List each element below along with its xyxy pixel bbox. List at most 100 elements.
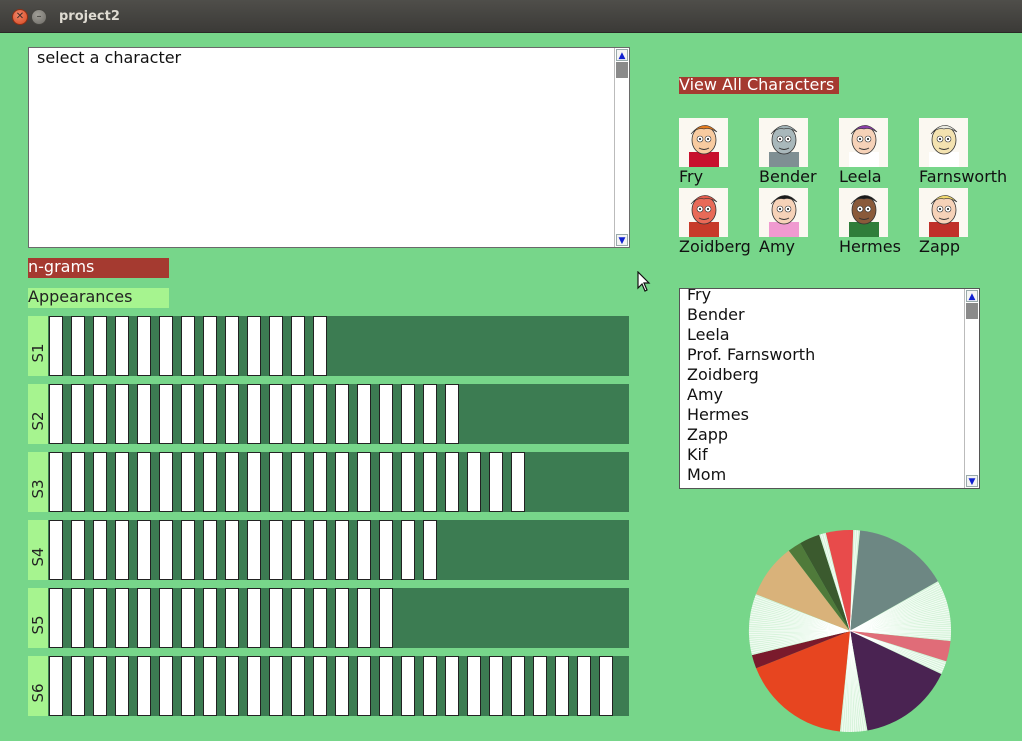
episode-bar[interactable] — [71, 452, 85, 512]
episode-bar[interactable] — [467, 656, 481, 716]
episode-bar[interactable] — [269, 656, 283, 716]
minimize-icon[interactable]: – — [31, 9, 47, 25]
episode-bar[interactable] — [181, 316, 195, 376]
episode-bar[interactable] — [313, 588, 327, 648]
character-portrait[interactable] — [839, 188, 888, 237]
episode-bar[interactable] — [71, 520, 85, 580]
episode-bar[interactable] — [291, 316, 305, 376]
episode-bar[interactable] — [159, 452, 173, 512]
episode-bar[interactable] — [159, 656, 173, 716]
character-portrait[interactable] — [759, 118, 808, 167]
character-card[interactable]: Hermes — [839, 188, 919, 258]
episode-bar[interactable] — [247, 656, 261, 716]
episode-bar[interactable] — [93, 384, 107, 444]
episode-bar[interactable] — [445, 656, 459, 716]
episode-bar[interactable] — [93, 316, 107, 376]
character-text-area[interactable]: select a character ▲ ▼ — [28, 47, 630, 248]
episode-bar[interactable] — [247, 452, 261, 512]
episode-bar[interactable] — [489, 656, 503, 716]
episode-bar[interactable] — [71, 588, 85, 648]
episode-bar[interactable] — [225, 384, 239, 444]
episode-bar[interactable] — [357, 588, 371, 648]
list-item[interactable]: Hermes — [687, 405, 749, 425]
episode-bar[interactable] — [335, 520, 349, 580]
character-card[interactable]: Zoidberg — [679, 188, 759, 258]
episode-bar[interactable] — [181, 656, 195, 716]
episode-bar[interactable] — [71, 656, 85, 716]
episode-bar[interactable] — [335, 656, 349, 716]
character-portrait[interactable] — [919, 188, 968, 237]
episode-bar[interactable] — [291, 384, 305, 444]
episode-bar[interactable] — [445, 384, 459, 444]
text-area-scrollbar[interactable]: ▲ ▼ — [614, 48, 629, 247]
episode-bar[interactable] — [49, 384, 63, 444]
episode-bar[interactable] — [423, 384, 437, 444]
list-item[interactable]: Zoidberg — [687, 365, 759, 385]
episode-bar[interactable] — [313, 316, 327, 376]
episode-bar[interactable] — [423, 452, 437, 512]
episode-bar[interactable] — [115, 384, 129, 444]
listbox-scrollbar[interactable]: ▲ ▼ — [964, 289, 979, 488]
character-card[interactable]: Fry — [679, 118, 759, 188]
episode-bar[interactable] — [159, 520, 173, 580]
episode-bar[interactable] — [225, 316, 239, 376]
character-listbox[interactable]: Fry Bender Leela Prof. Farnsworth Zoidberg Am… — [679, 288, 980, 489]
episode-bar[interactable] — [313, 520, 327, 580]
scrollbar-thumb[interactable] — [966, 303, 978, 319]
character-portrait[interactable] — [679, 188, 728, 237]
episode-bar[interactable] — [423, 656, 437, 716]
list-item[interactable]: Amy — [687, 385, 723, 405]
episode-bar[interactable] — [203, 588, 217, 648]
episode-bar[interactable] — [71, 316, 85, 376]
scrollbar-thumb[interactable] — [616, 62, 628, 78]
episode-bar[interactable] — [49, 588, 63, 648]
episode-bar[interactable] — [445, 452, 459, 512]
episode-bar[interactable] — [181, 588, 195, 648]
list-item[interactable]: Mom — [687, 465, 726, 485]
episode-bar[interactable] — [93, 452, 107, 512]
character-card[interactable]: Amy — [759, 188, 839, 258]
episode-bar[interactable] — [357, 520, 371, 580]
episode-bar[interactable] — [93, 588, 107, 648]
scroll-up-arrow-icon[interactable]: ▲ — [966, 290, 978, 302]
episode-bar[interactable] — [357, 452, 371, 512]
episode-bar[interactable] — [93, 656, 107, 716]
episode-bar[interactable] — [357, 656, 371, 716]
episode-bar[interactable] — [225, 452, 239, 512]
episode-bar[interactable] — [181, 520, 195, 580]
episode-bar[interactable] — [203, 384, 217, 444]
episode-bar[interactable] — [269, 384, 283, 444]
character-card[interactable]: Leela — [839, 118, 919, 188]
episode-bar[interactable] — [115, 588, 129, 648]
episode-bar[interactable] — [401, 452, 415, 512]
episode-bar[interactable] — [137, 452, 151, 512]
episode-bar[interactable] — [71, 384, 85, 444]
character-card[interactable]: Bender — [759, 118, 839, 188]
episode-bar[interactable] — [291, 588, 305, 648]
episode-bar[interactable] — [49, 656, 63, 716]
episode-bar[interactable] — [401, 384, 415, 444]
episode-bar[interactable] — [291, 520, 305, 580]
episode-bar[interactable] — [159, 384, 173, 444]
list-item[interactable]: Bender — [687, 305, 745, 325]
episode-bar[interactable] — [511, 452, 525, 512]
episode-bar[interactable] — [225, 588, 239, 648]
episode-bar[interactable] — [115, 316, 129, 376]
list-item[interactable]: Prof. Farnsworth — [687, 345, 815, 365]
episode-bar[interactable] — [49, 316, 63, 376]
episode-bar[interactable] — [335, 452, 349, 512]
list-item[interactable]: Zapp — [687, 425, 728, 445]
episode-bar[interactable] — [137, 316, 151, 376]
episode-bar[interactable] — [313, 656, 327, 716]
episode-bar[interactable] — [137, 520, 151, 580]
episode-bar[interactable] — [401, 656, 415, 716]
episode-bar[interactable] — [203, 520, 217, 580]
episode-bar[interactable] — [379, 656, 393, 716]
scroll-down-arrow-icon[interactable]: ▼ — [616, 234, 628, 246]
episode-bar[interactable] — [379, 520, 393, 580]
episode-bar[interactable] — [203, 316, 217, 376]
episode-bar[interactable] — [291, 452, 305, 512]
episode-bar[interactable] — [313, 384, 327, 444]
episode-bar[interactable] — [115, 656, 129, 716]
episode-bar[interactable] — [379, 452, 393, 512]
